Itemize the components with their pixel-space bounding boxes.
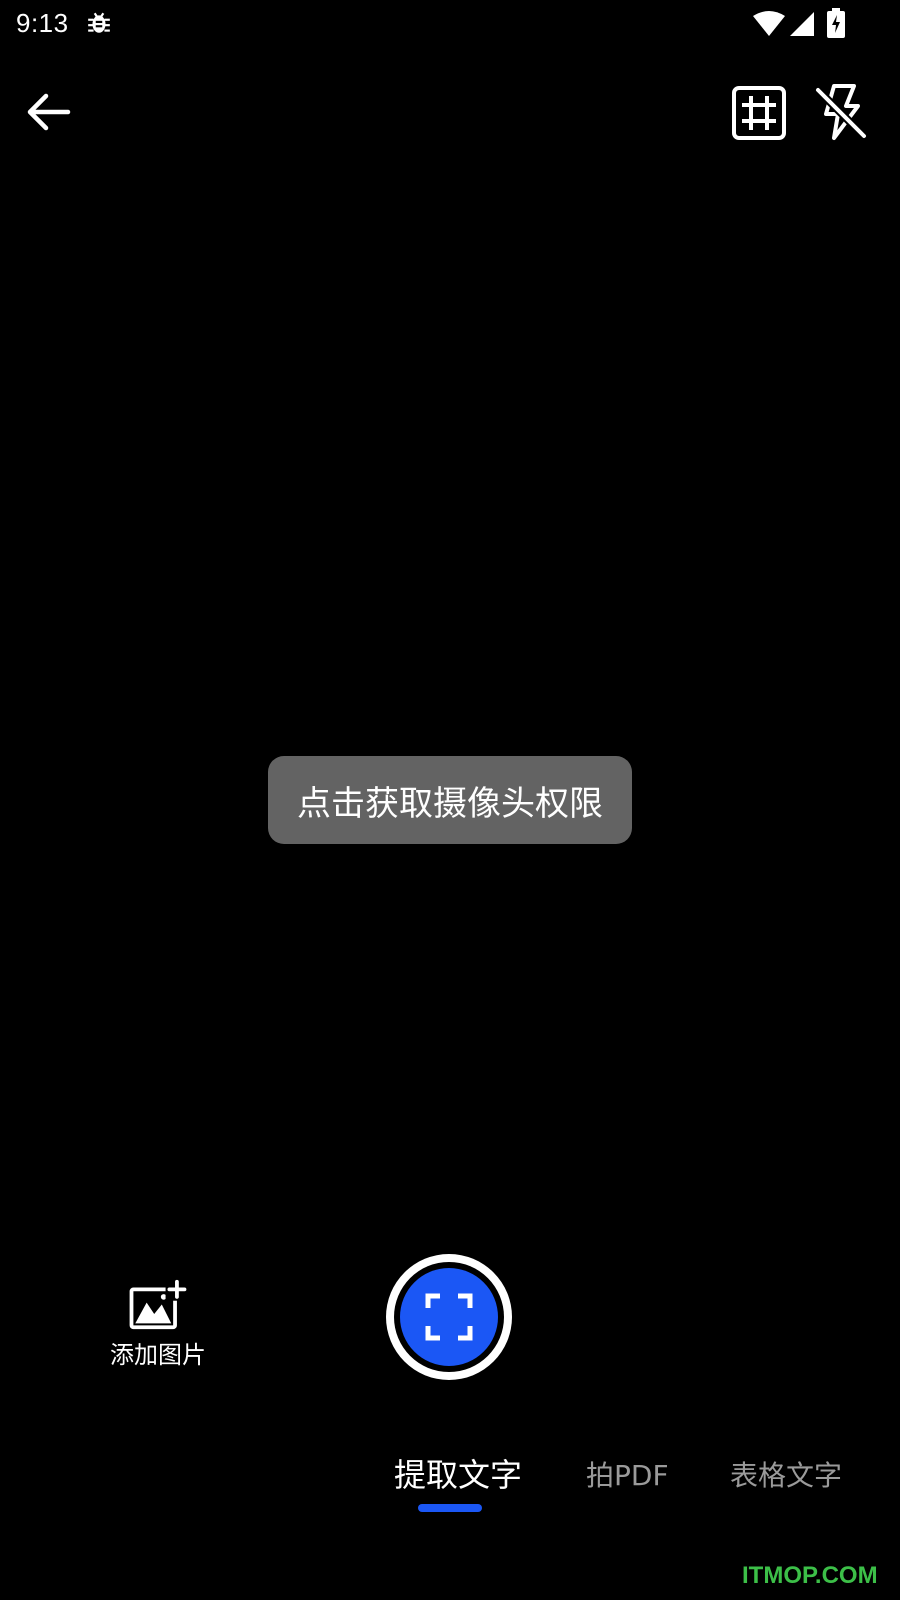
shutter-button[interactable]: [386, 1254, 512, 1380]
back-button[interactable]: [22, 88, 74, 136]
scan-frame-icon: [425, 1293, 473, 1341]
tab-extract-text[interactable]: 提取文字: [394, 1450, 522, 1496]
shutter-ring: [394, 1262, 504, 1372]
watermark: ITMOP.COM: [742, 1562, 878, 1589]
add-image-button[interactable]: 添加图片: [100, 1278, 216, 1370]
active-tab-indicator: [418, 1504, 482, 1512]
add-photo-icon: [129, 1278, 189, 1330]
tab-table-text[interactable]: 表格文字: [730, 1454, 842, 1494]
shutter-core: [400, 1268, 498, 1366]
status-time: 9:13: [16, 8, 69, 38]
signal-icon: [790, 12, 814, 36]
bug-icon: [88, 12, 110, 33]
wifi-icon: [753, 11, 785, 36]
add-image-label: 添加图片: [110, 1341, 206, 1369]
flash-off-button[interactable]: [812, 82, 870, 142]
grid-toggle-button[interactable]: [730, 84, 788, 142]
tab-pdf[interactable]: 拍PDF: [586, 1454, 669, 1494]
battery-charging-icon: [827, 8, 845, 38]
camera-permission-button[interactable]: 点击获取摄像头权限: [268, 756, 632, 844]
